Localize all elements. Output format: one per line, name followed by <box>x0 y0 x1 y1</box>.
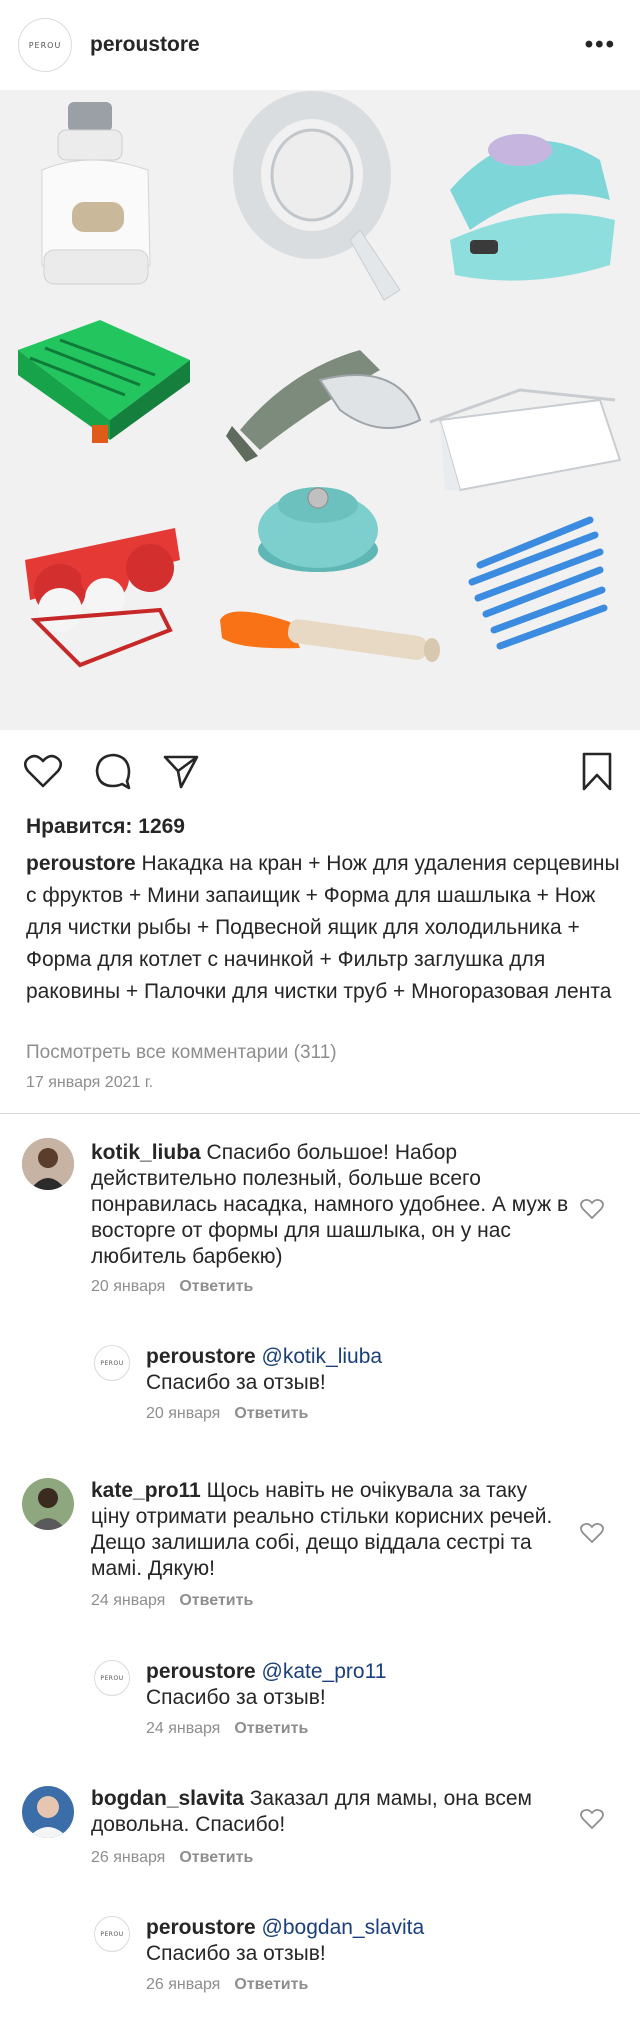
reply-button[interactable]: Ответить <box>179 1849 253 1866</box>
comment-meta: 24 января Ответить <box>91 1592 253 1610</box>
bookmark-icon[interactable] <box>576 750 618 792</box>
more-icon[interactable]: ••• <box>585 33 616 57</box>
brand-logo-text: PEROU <box>100 1930 124 1938</box>
comment-date: 24 января <box>91 1592 166 1609</box>
comment-date: 26 января <box>91 1849 166 1866</box>
reply-button[interactable]: Ответить <box>179 1592 253 1609</box>
profile-avatar[interactable]: PEROU <box>18 18 72 72</box>
reply-date: 20 января <box>146 1405 221 1422</box>
reply-meta: 20 января Ответить <box>146 1405 308 1423</box>
reply-mention[interactable]: @kotik_liuba <box>262 1345 383 1368</box>
avatar-kate-pro11[interactable] <box>22 1478 74 1530</box>
comment-like-icon[interactable] <box>580 1808 604 1832</box>
product-collage <box>0 90 640 730</box>
post-date: 17 января 2021 г. <box>26 1074 154 1091</box>
profile-username[interactable]: peroustore <box>90 33 200 57</box>
divider <box>0 1113 640 1114</box>
reply-button[interactable]: Ответить <box>234 1720 308 1737</box>
reply-username[interactable]: peroustore <box>146 1916 256 1939</box>
reply-button[interactable]: Ответить <box>234 1405 308 1422</box>
comment-username[interactable]: kotik_liuba <box>91 1141 201 1164</box>
reply-button[interactable]: Ответить <box>179 1278 253 1295</box>
reply-avatar-peroustore[interactable]: PEROU <box>94 1345 130 1381</box>
reply-avatar-peroustore[interactable]: PEROU <box>94 1660 130 1696</box>
comment-date: 20 января <box>91 1278 166 1295</box>
share-icon[interactable] <box>160 750 202 792</box>
brand-logo-text: PEROU <box>28 40 62 50</box>
reply-text: peroustore @kotik_liuba Спасибо за отзыв! <box>146 1344 586 1396</box>
reply-body: Спасибо за отзыв! <box>146 1942 326 1965</box>
brand-logo-text: PEROU <box>100 1674 124 1682</box>
brand-logo-text: PEROU <box>100 1359 124 1367</box>
reply-date: 26 января <box>146 1976 221 1993</box>
heart-icon[interactable] <box>22 750 64 792</box>
reply-button[interactable]: Ответить <box>234 1976 308 1993</box>
caption-username[interactable]: peroustore <box>26 852 136 875</box>
reply-username[interactable]: peroustore <box>146 1660 256 1683</box>
reply-mention[interactable]: @kate_pro11 <box>262 1660 387 1683</box>
reply-text: peroustore @bogdan_slavita Спасибо за отз… <box>146 1915 586 1967</box>
post-actions <box>0 750 640 792</box>
post-image[interactable] <box>0 90 640 730</box>
comment-like-icon[interactable] <box>580 1198 604 1222</box>
comment-meta: 20 января Ответить <box>91 1278 253 1296</box>
post-header: PEROU peroustore ••• <box>0 0 640 90</box>
avatar-bogdan-slavita[interactable] <box>22 1786 74 1838</box>
comment-username[interactable]: kate_pro11 <box>91 1479 201 1502</box>
likes-count[interactable]: Нравится: 1269 <box>26 815 185 839</box>
reply-body: Спасибо за отзыв! <box>146 1371 326 1394</box>
reply-meta: 24 января Ответить <box>146 1720 308 1738</box>
comment-icon[interactable] <box>92 750 134 792</box>
comment-like-icon[interactable] <box>580 1522 604 1546</box>
reply-body: Спасибо за отзыв! <box>146 1686 326 1709</box>
comment-text: bogdan_slavita Заказал для мамы, она все… <box>91 1786 571 1838</box>
avatar-kotik-liuba[interactable] <box>22 1138 74 1190</box>
comment-text: kotik_liuba Спасибо большое! Набор дейст… <box>91 1140 571 1270</box>
view-all-comments-link[interactable]: Посмотреть все комментарии (311) <box>26 1042 337 1064</box>
reply-text: peroustore @kate_pro11 Спасибо за отзыв! <box>146 1659 586 1711</box>
reply-mention[interactable]: @bogdan_slavita <box>262 1916 425 1939</box>
reply-avatar-peroustore[interactable]: PEROU <box>94 1916 130 1952</box>
post-caption: peroustore Накадка на кран + Нож для уда… <box>26 848 626 1008</box>
reply-meta: 26 января Ответить <box>146 1976 308 1994</box>
comment-username[interactable]: bogdan_slavita <box>91 1787 244 1810</box>
reply-date: 24 января <box>146 1720 221 1737</box>
reply-username[interactable]: peroustore <box>146 1345 256 1368</box>
comment-text: kate_pro11 Щось навіть не очікувала за т… <box>91 1478 571 1582</box>
comment-meta: 26 января Ответить <box>91 1849 253 1867</box>
